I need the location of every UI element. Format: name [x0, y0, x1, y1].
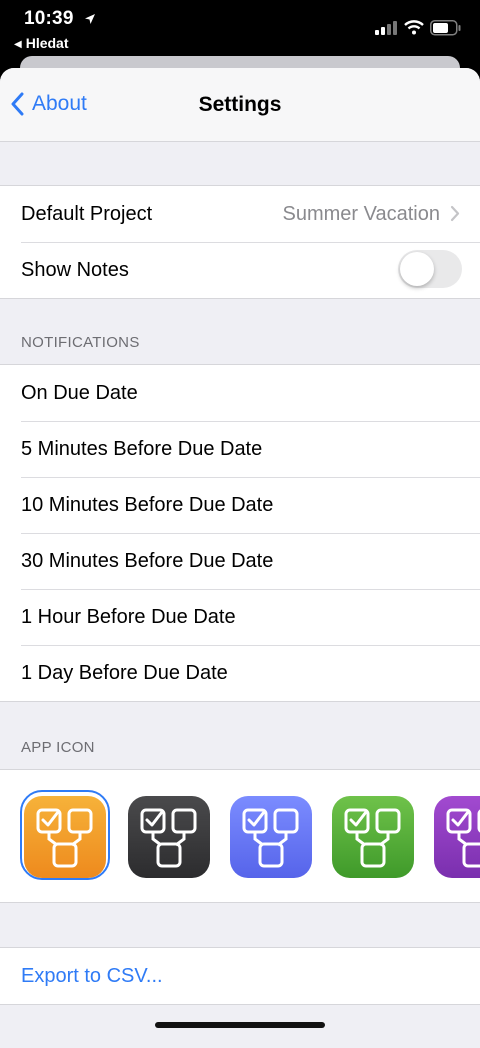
general-settings-group: Default Project Summer Vacation Show Not…	[0, 185, 480, 299]
notification-option-label: 30 Minutes Before Due Date	[21, 549, 274, 572]
settings-sheet: About Settings Default Project Summer Va…	[0, 68, 480, 1048]
status-time: 10:39	[24, 8, 74, 29]
app-icon-group	[0, 769, 480, 903]
export-group: Export to CSV...	[0, 947, 480, 1005]
back-triangle-icon: ◀	[14, 39, 22, 50]
page-title: Settings	[198, 93, 282, 116]
app-icon-blue[interactable]	[230, 796, 312, 878]
notification-option-label: 5 Minutes Before Due Date	[21, 437, 263, 460]
show-notes-label: Show Notes	[21, 258, 129, 281]
notification-option[interactable]: 1 Day Before Due Date	[0, 645, 480, 701]
export-csv-button[interactable]: Export to CSV...	[0, 948, 480, 1004]
battery-icon	[430, 20, 462, 41]
home-indicator	[155, 1022, 325, 1028]
export-csv-label: Export to CSV...	[21, 964, 163, 987]
app-icon-green[interactable]	[332, 796, 414, 878]
chevron-right-icon	[450, 205, 460, 222]
notification-option[interactable]: 1 Hour Before Due Date	[0, 589, 480, 645]
default-project-row[interactable]: Default Project Summer Vacation	[0, 186, 480, 242]
notification-option[interactable]: 5 Minutes Before Due Date	[0, 421, 480, 477]
default-project-label: Default Project	[21, 202, 153, 225]
task-flow-icon	[242, 808, 299, 868]
task-flow-icon	[446, 808, 480, 868]
default-project-value: Summer Vacation	[282, 202, 440, 225]
back-to-app-link[interactable]: ◀ Hledat	[14, 35, 69, 51]
wifi-icon	[404, 20, 424, 40]
notification-option[interactable]: 10 Minutes Before Due Date	[0, 477, 480, 533]
navigation-bar: About Settings	[0, 68, 480, 142]
notification-option-label: 1 Day Before Due Date	[21, 661, 228, 684]
task-flow-icon	[36, 808, 93, 868]
notification-option-label: 10 Minutes Before Due Date	[21, 493, 274, 516]
show-notes-row: Show Notes	[0, 242, 480, 298]
status-bar: 10:39 ◀ Hledat	[0, 0, 480, 56]
app-icon-header: APP ICON	[21, 739, 95, 756]
notifications-group: On Due Date 5 Minutes Before Due Date 10…	[0, 364, 480, 702]
toggle-knob	[400, 252, 434, 286]
notification-option[interactable]: On Due Date	[0, 365, 480, 421]
app-icon-orange[interactable]	[24, 796, 106, 878]
notification-option-label: On Due Date	[21, 381, 138, 404]
task-flow-icon	[344, 808, 401, 868]
notification-option[interactable]: 30 Minutes Before Due Date	[0, 533, 480, 589]
notifications-header: NOTIFICATIONS	[21, 334, 140, 351]
task-flow-icon	[140, 808, 197, 868]
notification-option-label: 1 Hour Before Due Date	[21, 605, 236, 628]
app-icon-scroller[interactable]	[0, 770, 480, 902]
show-notes-toggle[interactable]	[398, 250, 462, 288]
app-icon-dark[interactable]	[128, 796, 210, 878]
back-app-label: Hledat	[25, 35, 69, 51]
app-icon-purple[interactable]	[434, 796, 480, 878]
location-arrow-icon	[84, 12, 96, 30]
cellular-signal-icon	[375, 21, 397, 40]
